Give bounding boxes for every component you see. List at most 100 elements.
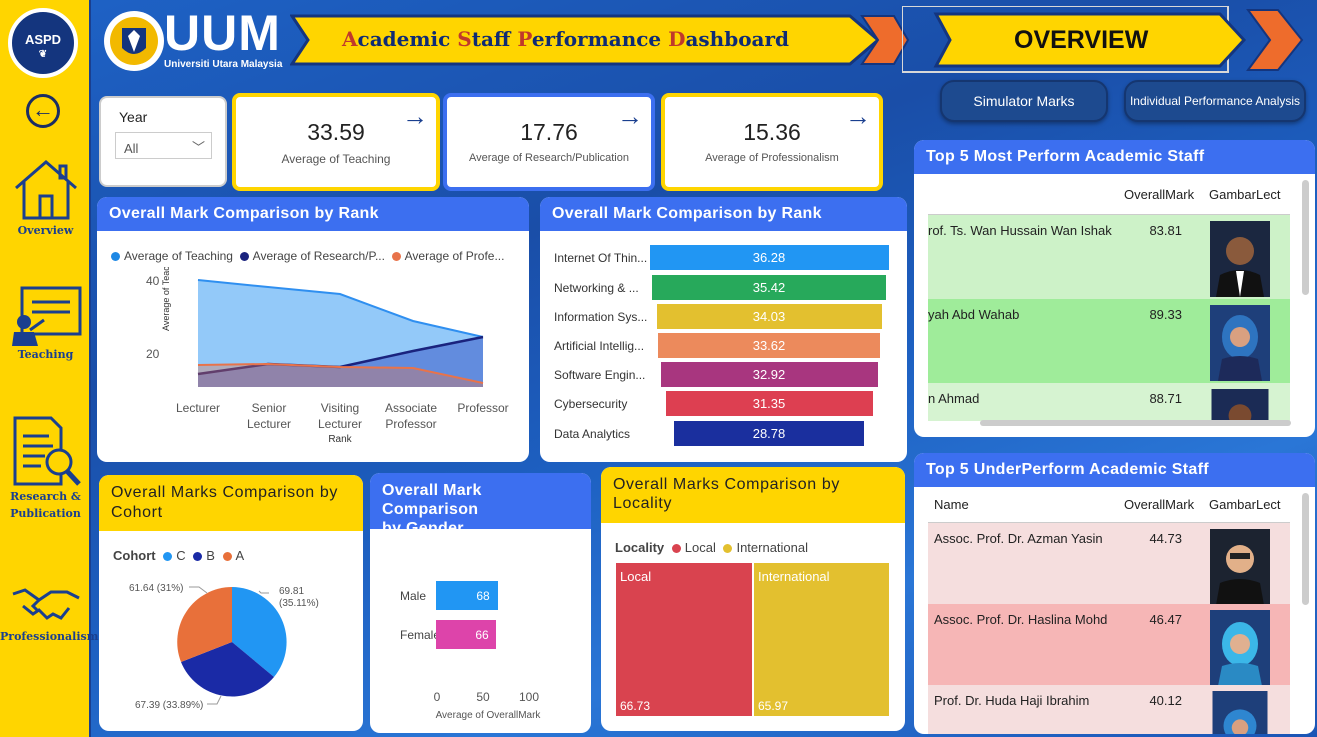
x-tick: 50 [476,690,490,704]
kpi-label: Average of Research/Publication [468,152,629,164]
pie-label-a: 61.64 (31%) [129,583,183,594]
col-header-photo: GambarLect [1209,497,1281,512]
sidebar-item-overview[interactable]: Overview [0,158,91,239]
bar-label: Female [400,628,440,642]
staff-photo [1211,389,1269,421]
uum-subtitle: Universiti Utara Malaysia [164,59,283,70]
panel-title: Top 5 Most Perform Academic Staff [914,140,1315,174]
sidebar-item-professionalism[interactable]: Professionalism [0,582,98,645]
bar-label: Artificial Intellig... [554,339,644,353]
bar-label: Internet Of Thin... [554,251,647,265]
funnel-chart[interactable]: Internet Of Thin... Networking & ... Inf… [540,237,907,457]
x-tick: Associate [385,401,437,415]
x-axis-label: Average of OverallMark [436,710,542,721]
kpi-label: Average of Teaching [281,152,391,166]
pie-label-c: (35.11%) [279,598,319,609]
bar-value: 68 [476,589,490,603]
col-header-name: Name [934,497,969,512]
chart-legend: Average of Teaching Average of Research/… [111,249,504,263]
area-chart[interactable]: Average of Teaching... 40 20 Lecturer Se… [97,267,529,457]
home-icon [14,160,77,220]
underperformers-panel: Top 5 UnderPerform Academic Staff Name O… [914,453,1315,734]
individual-analysis-button[interactable]: Individual Performance Analysis [1124,80,1306,122]
col-header-mark: OverallMark [1124,187,1195,202]
year-label: Year [119,109,148,125]
gender-bar-chart[interactable]: Male Female 68 66 0 50 100 Average of Ov… [370,529,591,729]
kpi-professionalism[interactable]: 15.36 Average of Professionalism → [661,93,883,191]
sidebar: ASPD ❦ ← Overview Teaching Research & Pu… [0,0,98,737]
x-tick: Professor [385,417,436,431]
x-tick: 100 [519,690,539,704]
bar-label: Information Sys... [554,310,647,324]
bar-value: 35.42 [753,280,786,295]
table-row[interactable]: yah Abd Wahab 89.33 [928,299,1290,384]
panel-title: Overall Mark Comparison by Rank [540,197,907,231]
y-tick: 40 [146,274,160,288]
chart-legend: Locality Local International [615,540,809,555]
bar-value: 33.62 [753,338,786,353]
top-performers-panel: Top 5 Most Perform Academic Staff Overal… [914,140,1315,437]
chevron-down-icon: ﹀ [191,140,205,155]
bar-label: Software Engin... [554,368,645,382]
bar-value: 28.78 [753,426,786,441]
kpi-research[interactable]: 17.76 Average of Research/Publication → [443,93,655,191]
treemap-international[interactable]: International 65.97 [754,563,889,716]
pie-label-b: 67.39 (33.89%) [135,700,203,711]
vertical-scrollbar[interactable] [1302,180,1309,295]
kpi-teaching[interactable]: 33.59 Average of Teaching → [232,93,440,191]
chart-legend: Cohort C B A [113,548,245,563]
bar-value: 36.28 [753,250,786,265]
y-axis-label: Average of Teaching... [161,267,171,331]
staff-photo [1210,221,1270,297]
x-tick: Visiting [321,401,359,415]
col-header-photo: GambarLect [1209,187,1281,202]
bar-value: 31.35 [753,396,786,411]
table-row[interactable]: n Ahmad 88.71 [928,383,1290,421]
bar-value: 34.03 [753,309,786,324]
uum-wordmark: UUM [164,5,281,61]
x-tick: Lecturer [176,401,220,415]
x-tick: Lecturer [247,417,291,431]
top-table-body[interactable]: rof. Ts. Wan Hussain Wan Ishak 83.81 yah… [928,215,1290,421]
drill-arrow-icon[interactable]: → [845,101,871,132]
gender-bar-panel: Overall Mark Comparison by Gender Male F… [370,473,591,733]
bar-label: Male [400,589,426,603]
kpi-label: Average of Professionalism [705,152,839,164]
table-row[interactable]: Assoc. Prof. Dr. Azman Yasin 44.73 [928,523,1290,605]
page-title: OVERVIEW [1014,26,1149,54]
bar-value: 32.92 [753,367,786,382]
simulator-marks-button[interactable]: Simulator Marks [940,80,1108,122]
teaching-icon [11,286,81,346]
under-table-body[interactable]: Assoc. Prof. Dr. Azman Yasin 44.73 Assoc… [928,523,1290,734]
bar-label: Data Analytics [554,427,630,441]
panel-title: Overall Mark Comparison by Rank [97,197,529,231]
year-dropdown[interactable]: All ﹀ [115,132,212,159]
staff-photo [1212,691,1268,734]
x-axis-label: Rank [328,434,352,445]
x-tick: Lecturer [318,417,362,431]
horizontal-scrollbar[interactable] [980,420,1291,426]
panel-title: Overall Marks Comparison by Cohort [99,475,363,531]
treemap-local[interactable]: Local 66.73 [616,563,752,716]
panel-title: Top 5 UnderPerform Academic Staff [914,453,1315,487]
table-row[interactable]: Prof. Dr. Huda Haji Ibrahim 40.12 [928,685,1290,734]
pie-chart[interactable]: 69.81 (35.11%) 61.64 (31%) 67.39 (33.89%… [99,571,363,731]
table-row[interactable]: rof. Ts. Wan Hussain Wan Ishak 83.81 [928,215,1290,300]
vertical-scrollbar[interactable] [1302,493,1309,605]
research-icon [13,416,81,486]
drill-arrow-icon[interactable]: → [402,101,428,132]
sidebar-item-teaching[interactable]: Teaching [0,284,91,363]
sidebar-item-research[interactable]: Research & Publication [0,414,91,522]
wing-icon: ❦ [38,49,48,60]
staff-photo [1210,610,1270,686]
handshake-icon [12,588,80,620]
staff-photo [1210,529,1270,605]
panel-title: Overall Marks Comparison by Locality [601,467,905,523]
drill-arrow-icon[interactable]: → [617,101,643,132]
table-row[interactable]: Assoc. Prof. Dr. Haslina Mohd 46.47 [928,604,1290,686]
back-arrow-icon[interactable]: ← [26,94,60,128]
rank-area-chart-panel: Overall Mark Comparison by Rank Average … [97,197,529,462]
dashboard-title: Academic Staff Performance Dashboard [342,27,790,51]
cohort-pie-panel: Overall Marks Comparison by Cohort Cohor… [99,475,363,731]
aspd-logo: ASPD ❦ [8,8,78,78]
